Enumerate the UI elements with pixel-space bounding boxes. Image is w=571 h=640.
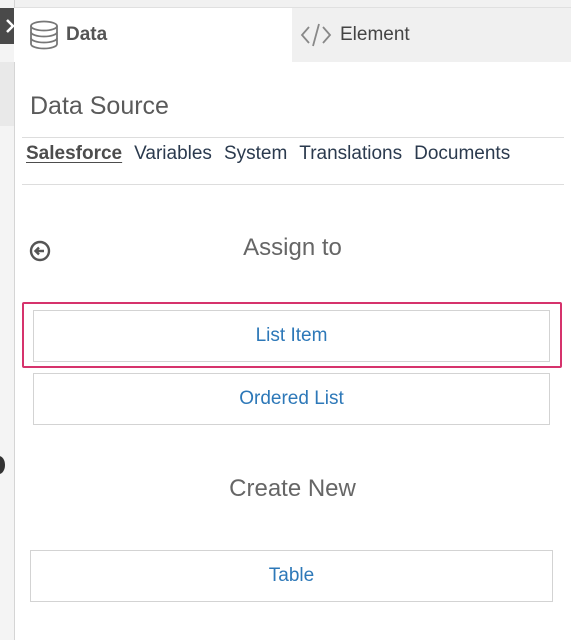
- code-icon: [300, 23, 332, 47]
- left-rail-band: [0, 62, 14, 126]
- source-tab-salesforce[interactable]: Salesforce: [26, 143, 122, 165]
- top-border: [14, 0, 571, 8]
- panel-title: Data Source: [30, 92, 169, 120]
- assign-to-heading: Assign to: [243, 234, 342, 261]
- tab-element[interactable]: Element: [292, 8, 571, 62]
- create-new-heading: Create New: [229, 475, 356, 502]
- tab-data[interactable]: Data: [14, 8, 292, 62]
- panel-tabs: Data Element: [14, 8, 571, 62]
- divider: [22, 184, 564, 185]
- tab-data-label: Data: [66, 24, 108, 45]
- database-icon: [30, 20, 58, 50]
- table-button[interactable]: Table: [30, 550, 553, 602]
- source-tab-variables[interactable]: Variables: [134, 143, 212, 165]
- source-tab-documents[interactable]: Documents: [414, 143, 510, 165]
- divider: [22, 137, 564, 138]
- list-item-button[interactable]: List Item: [33, 310, 550, 362]
- source-tab-translations[interactable]: Translations: [299, 143, 402, 165]
- ordered-list-button[interactable]: Ordered List: [33, 373, 550, 425]
- source-tab-system[interactable]: System: [224, 143, 287, 165]
- tab-element-label: Element: [340, 24, 410, 45]
- left-rail: [0, 0, 15, 640]
- data-source-tabs: Salesforce Variables System Translations…: [26, 143, 522, 165]
